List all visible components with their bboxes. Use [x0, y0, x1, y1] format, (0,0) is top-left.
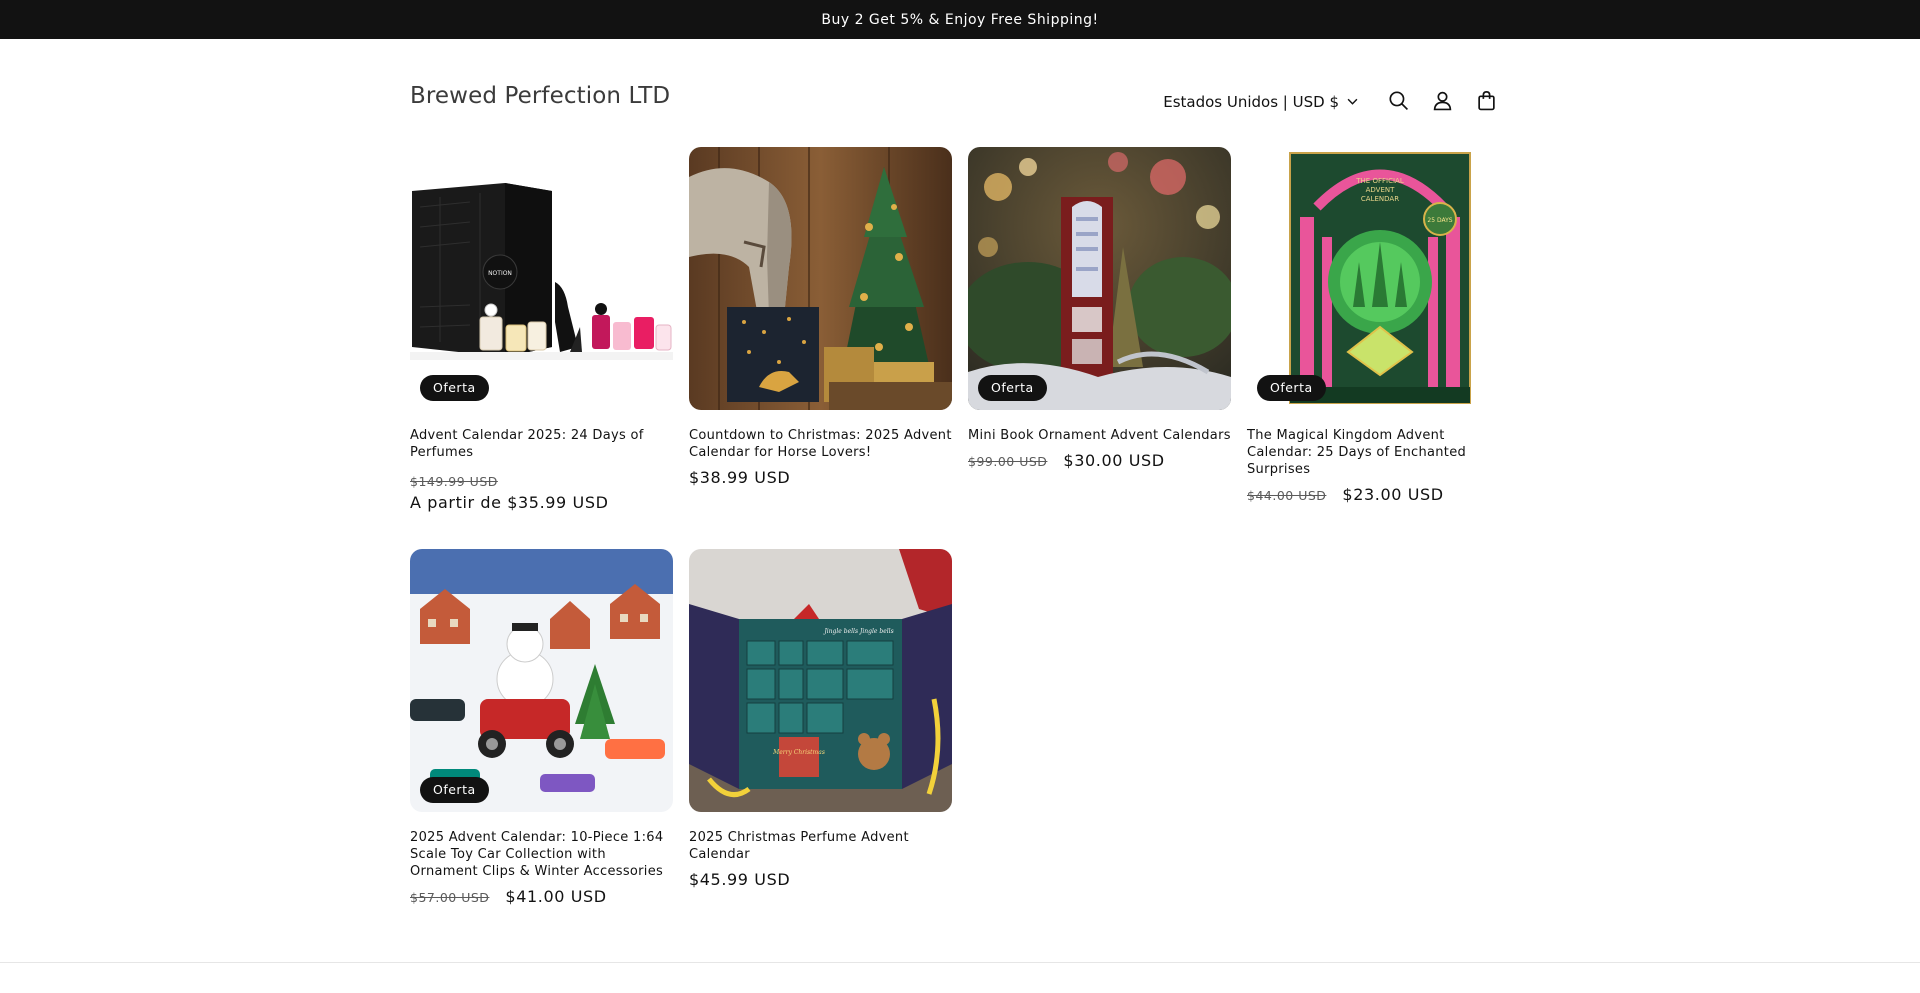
product-card[interactable]: Countdown to Christmas: 2025 Advent Cale…: [689, 147, 952, 487]
sale-badge: Oferta: [420, 375, 489, 401]
sale-badge: Oferta: [978, 375, 1047, 401]
user-icon: [1432, 90, 1453, 115]
price-container: $38.99 USD: [689, 468, 952, 487]
magical-kingdom-calendar-image: THE OFFICIAL ADVENT CALENDAR 25 DAYS: [1247, 147, 1510, 410]
sale-badge: Oferta: [420, 777, 489, 803]
product-card[interactable]: NOTION Oferta Advent Calendar 2025: 24 D…: [410, 147, 673, 512]
product-image[interactable]: THE OFFICIAL ADVENT CALENDAR 25 DAYS Ofe…: [1247, 147, 1510, 410]
calendar-seal: 25 DAYS: [1427, 217, 1452, 224]
sale-price: $41.00 USD: [505, 887, 607, 906]
sale-badge: Oferta: [1257, 375, 1326, 401]
product-title[interactable]: Advent Calendar 2025: 24 Days of Perfume…: [410, 427, 673, 461]
compare-at-price: $149.99 USD: [410, 474, 498, 489]
calendar-heading-line3: CALENDAR: [1361, 195, 1399, 203]
horse-calendar-image: [689, 147, 952, 410]
country-currency-selector[interactable]: Estados Unidos | USD $: [1163, 93, 1358, 111]
product-title[interactable]: Countdown to Christmas: 2025 Advent Cale…: [689, 427, 952, 461]
box-label: NOTION: [488, 270, 512, 277]
calendar-heading-line2: ADVENT: [1366, 186, 1396, 194]
price-container: $44.00 USD $23.00 USD: [1247, 485, 1510, 504]
product-card[interactable]: THE OFFICIAL ADVENT CALENDAR 25 DAYS Ofe…: [1247, 147, 1510, 504]
sale-price: $30.00 USD: [1063, 451, 1165, 470]
product-image[interactable]: Jingle bells Jingle bells Merry Christma…: [689, 549, 952, 812]
account-button[interactable]: [1420, 80, 1464, 124]
product-image[interactable]: Oferta: [410, 549, 673, 812]
product-image[interactable]: [689, 147, 952, 410]
price-container: $149.99 USD: [410, 474, 673, 489]
sale-price: A partir de $35.99 USD: [410, 493, 609, 512]
country-currency-label: Estados Unidos | USD $: [1163, 93, 1339, 111]
regular-price: $45.99 USD: [689, 870, 791, 889]
product-card[interactable]: Oferta Mini Book Ornament Advent Calenda…: [968, 147, 1231, 470]
product-title[interactable]: The Magical Kingdom Advent Calendar: 25 …: [1247, 427, 1510, 478]
perfume-set-image: NOTION: [410, 147, 673, 410]
announcement-bar: Buy 2 Get 5% & Enjoy Free Shipping!: [0, 0, 1920, 39]
product-image[interactable]: Oferta: [968, 147, 1231, 410]
header-actions: Estados Unidos | USD $: [1163, 83, 1508, 121]
search-icon: [1388, 90, 1409, 115]
cart-bag-icon: [1476, 90, 1497, 115]
calendar-merry-text: Merry Christmas: [772, 749, 825, 756]
search-button[interactable]: [1376, 80, 1420, 124]
compare-at-price: $57.00 USD: [410, 890, 490, 905]
price-container: $45.99 USD: [689, 870, 952, 889]
compare-at-price: $99.00 USD: [968, 454, 1048, 469]
product-title[interactable]: Mini Book Ornament Advent Calendars: [968, 427, 1231, 444]
mini-book-ornament-image: [968, 147, 1231, 410]
product-image[interactable]: NOTION Oferta: [410, 147, 673, 410]
sale-price: $23.00 USD: [1342, 485, 1444, 504]
chevron-down-icon: [1347, 93, 1358, 111]
cart-button[interactable]: [1464, 80, 1508, 124]
price-container: $99.00 USD $30.00 USD: [968, 451, 1231, 470]
product-title[interactable]: 2025 Advent Calendar: 10-Piece 1:64 Scal…: [410, 829, 673, 880]
calendar-script-text: Jingle bells Jingle bells: [822, 628, 893, 635]
product-card[interactable]: Oferta 2025 Advent Calendar: 10-Piece 1:…: [410, 549, 673, 906]
footer-divider: [0, 962, 1920, 963]
christmas-perfume-calendar-image: Jingle bells Jingle bells Merry Christma…: [689, 549, 952, 812]
calendar-heading-line1: THE OFFICIAL: [1355, 177, 1404, 185]
product-title[interactable]: 2025 Christmas Perfume Advent Calendar: [689, 829, 952, 863]
announcement-text: Buy 2 Get 5% & Enjoy Free Shipping!: [821, 11, 1099, 28]
price-container: $57.00 USD $41.00 USD: [410, 887, 673, 906]
product-card[interactable]: Jingle bells Jingle bells Merry Christma…: [689, 549, 952, 889]
compare-at-price: $44.00 USD: [1247, 488, 1327, 503]
site-header: Brewed Perfection LTD Estados Unidos | U…: [0, 39, 1920, 149]
toy-car-calendar-image: [410, 549, 673, 812]
regular-price: $38.99 USD: [689, 468, 791, 487]
brand-logo-link[interactable]: Brewed Perfection LTD: [410, 83, 670, 109]
